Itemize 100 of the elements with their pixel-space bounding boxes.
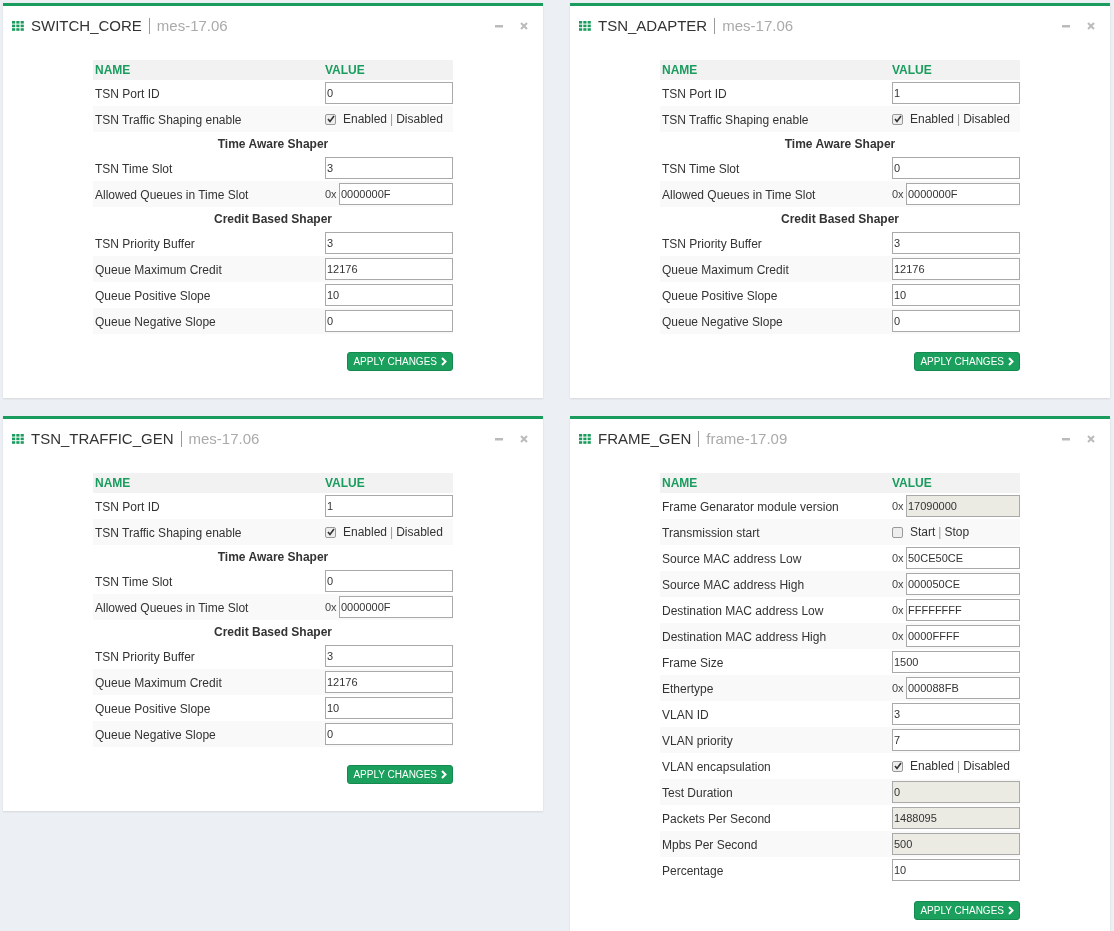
value-field[interactable]: 1500 — [892, 651, 1020, 673]
value-field[interactable]: 000050CE — [906, 573, 1020, 595]
close-icon[interactable] — [1087, 435, 1095, 443]
value-field[interactable]: 3 — [892, 232, 1020, 254]
value-field[interactable]: 0000FFFF — [906, 625, 1020, 647]
field-label: TSN Time Slot — [662, 162, 740, 176]
value-field[interactable]: 000088FB — [906, 677, 1020, 699]
value-field[interactable]: 3 — [325, 645, 453, 667]
field-label: TSN Traffic Shaping enable — [95, 526, 242, 540]
value-field[interactable]: 10 — [325, 697, 453, 719]
field-label: Allowed Queues in Time Slot — [95, 188, 249, 202]
grid-icon — [12, 434, 24, 444]
hex-prefix: 0x — [892, 498, 905, 514]
toggle-option[interactable]: Disabled — [396, 523, 443, 541]
value-field[interactable]: 1 — [892, 82, 1020, 104]
toggle-option[interactable]: Disabled — [963, 757, 1010, 775]
minimize-icon[interactable] — [1062, 24, 1070, 28]
value-field[interactable]: 0000000F — [339, 183, 453, 205]
field-label: Transmission start — [662, 526, 760, 540]
value-field[interactable]: 0 — [325, 310, 453, 332]
field-label: TSN Port ID — [95, 87, 160, 101]
value-field[interactable]: 3 — [325, 232, 453, 254]
column-header: NAME — [661, 62, 699, 79]
field-label: Allowed Queues in Time Slot — [95, 601, 249, 615]
field-label: TSN Traffic Shaping enable — [662, 113, 809, 127]
column-header: NAME — [661, 475, 699, 492]
field-label: Queue Positive Slope — [662, 289, 778, 303]
field-label: Destination MAC address High — [662, 630, 827, 644]
toggle-option[interactable]: Enabled — [910, 757, 955, 775]
value-field[interactable]: 0000000F — [339, 596, 453, 618]
hex-prefix: 0x — [892, 576, 905, 592]
close-icon[interactable] — [520, 22, 528, 30]
field-label: Source MAC address High — [662, 578, 805, 592]
chevron-right-icon — [441, 357, 447, 366]
field-label: TSN Port ID — [662, 87, 727, 101]
check-icon — [893, 115, 902, 123]
panel-version: mes-17.06 — [188, 428, 260, 449]
section-heading: Time Aware Shaper — [217, 135, 329, 153]
column-header: VALUE — [892, 475, 932, 492]
value-field[interactable]: 3 — [892, 703, 1020, 725]
toggle-option[interactable]: Stop — [944, 523, 970, 541]
toggle-option[interactable]: Enabled — [343, 523, 388, 541]
value-field[interactable]: 12176 — [325, 258, 453, 280]
checkbox[interactable] — [892, 113, 903, 125]
value-field[interactable]: 0000000F — [906, 183, 1020, 205]
field-label: TSN Time Slot — [95, 575, 173, 589]
value-field[interactable]: 10 — [892, 284, 1020, 306]
hex-prefix: 0x — [892, 602, 905, 618]
checkbox[interactable] — [325, 526, 336, 538]
field-label: Queue Negative Slope — [95, 315, 216, 329]
value-field[interactable]: 10 — [325, 284, 453, 306]
value-field[interactable]: 0 — [325, 723, 453, 745]
value-field[interactable]: 0 — [325, 570, 453, 592]
field-label: TSN Time Slot — [95, 162, 173, 176]
checkbox[interactable] — [892, 526, 903, 538]
separator-text: | — [957, 111, 961, 128]
checkbox[interactable] — [892, 760, 903, 772]
toggle-option[interactable]: Enabled — [910, 110, 955, 128]
value-field[interactable]: 10 — [892, 859, 1020, 881]
value-field[interactable]: 0 — [892, 157, 1020, 179]
panel-title: TSN_ADAPTER — [598, 15, 708, 36]
column-header: NAME — [94, 475, 132, 492]
field-label: Frame Size — [662, 656, 724, 670]
checkbox[interactable] — [325, 113, 336, 125]
section-heading: Credit Based Shaper — [780, 210, 899, 228]
check-icon — [326, 528, 335, 536]
value-field[interactable]: 12176 — [892, 258, 1020, 280]
separator-text: | — [390, 524, 394, 541]
field-label: TSN Priority Buffer — [95, 650, 195, 664]
column-header: VALUE — [325, 62, 365, 79]
minimize-icon[interactable] — [1062, 437, 1070, 441]
close-icon[interactable] — [520, 435, 528, 443]
close-icon[interactable] — [1087, 22, 1095, 30]
toggle-option[interactable]: Disabled — [963, 110, 1010, 128]
field-label: Source MAC address Low — [662, 552, 802, 566]
value-field[interactable]: 3 — [325, 157, 453, 179]
value-field[interactable]: 12176 — [325, 671, 453, 693]
value-field[interactable]: 1 — [325, 495, 453, 517]
minimize-icon[interactable] — [495, 437, 503, 441]
minimize-icon[interactable] — [495, 24, 503, 28]
value-field[interactable]: 50CE50CE — [906, 547, 1020, 569]
field-label: Destination MAC address Low — [662, 604, 824, 618]
hex-prefix: 0x — [892, 628, 905, 644]
toggle-option[interactable]: Disabled — [396, 110, 443, 128]
toggle-option[interactable]: Start — [910, 523, 936, 541]
check-icon — [893, 762, 902, 770]
field-label: Queue Maximum Credit — [95, 676, 222, 690]
field-label: TSN Priority Buffer — [95, 237, 195, 251]
panel-version: frame-17.09 — [706, 428, 788, 449]
grid-icon — [579, 21, 591, 31]
chevron-right-icon — [1008, 357, 1014, 366]
field-label: Queue Negative Slope — [95, 728, 216, 742]
section-heading: Time Aware Shaper — [217, 548, 329, 566]
toggle-option[interactable]: Enabled — [343, 110, 388, 128]
field-label: VLAN ID — [662, 708, 709, 722]
value-field[interactable]: 0 — [892, 310, 1020, 332]
value-field[interactable]: FFFFFFFF — [906, 599, 1020, 621]
field-label: Queue Maximum Credit — [662, 263, 789, 277]
value-field[interactable]: 0 — [325, 82, 453, 104]
value-field[interactable]: 7 — [892, 729, 1020, 751]
